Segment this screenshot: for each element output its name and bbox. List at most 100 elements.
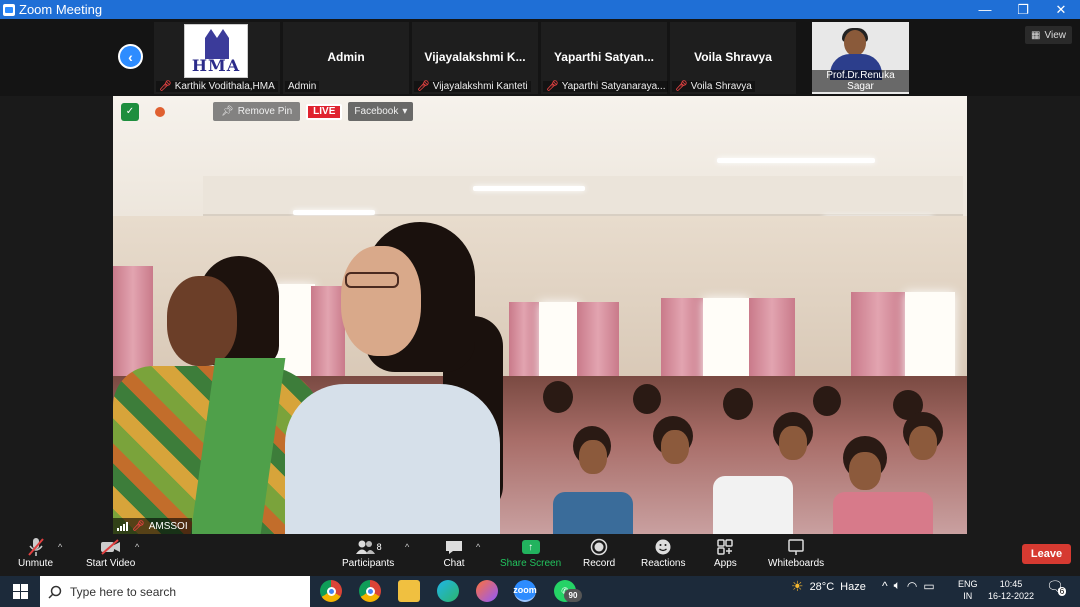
participant-display-name: Admin (327, 50, 365, 64)
whiteboards-button[interactable]: Whiteboards (768, 536, 824, 569)
notifications-button[interactable]: 🗨︎ 6 (1046, 578, 1072, 596)
volume-icon[interactable]: 🔈︎ (894, 578, 901, 593)
chevron-up-icon[interactable]: ^ (882, 579, 888, 593)
whiteboard-icon (785, 536, 807, 558)
apps-label: Apps (714, 558, 737, 569)
hma-logo: HMA (184, 24, 248, 78)
restore-button[interactable]: ❐ (1004, 2, 1042, 18)
apps-icon (714, 536, 736, 558)
file-explorer-icon[interactable] (398, 580, 420, 602)
window-light (703, 298, 749, 384)
share-screen-button[interactable]: ↑ Share Screen (500, 536, 561, 569)
active-speaker-video[interactable]: ✓ 📌︎ Remove Pin LIVE Facebook ▾ (113, 96, 967, 534)
video-options-caret-icon[interactable]: ^ (135, 542, 139, 552)
participant-tile-renuka[interactable]: Prof.Dr.Renuka Sagar (812, 22, 909, 94)
clock[interactable]: 10:45 16-12-2022 (986, 578, 1036, 602)
participant-tile-karthik[interactable]: HMA 🎤︎ Karthik Vodithala,HMA (154, 22, 280, 94)
muted-microphone-icon (25, 536, 47, 558)
curtain (851, 292, 905, 384)
participants-label: Participants (342, 558, 395, 569)
search-placeholder: Type here to search (70, 584, 177, 599)
audience-clothing (553, 492, 633, 534)
participant-name-text: Admin (288, 81, 317, 92)
start-video-button[interactable]: Start Video (86, 536, 135, 569)
leave-button[interactable]: Leave (1022, 544, 1071, 564)
zoom-taskbar-icon[interactable]: zoom (513, 580, 537, 602)
window-title: Zoom Meeting (19, 2, 103, 17)
encryption-shield-icon[interactable]: ✓ (121, 102, 139, 121)
window-light (905, 292, 955, 384)
audience-face (909, 426, 937, 460)
view-button[interactable]: ▦ View (1025, 26, 1072, 44)
windows-start-icon[interactable] (0, 576, 40, 607)
participant-name-text: Vijayalakshmi Kanteti (432, 81, 528, 92)
battery-icon[interactable]: ▭ (923, 579, 934, 593)
remove-pin-button[interactable]: 📌︎ Remove Pin (213, 102, 301, 121)
speaker-one-face (167, 276, 237, 366)
participant-name-text: Voila Shravya (690, 81, 752, 92)
close-button[interactable]: ✕ (1042, 2, 1080, 18)
audience-clothing (833, 492, 933, 534)
weather-widget[interactable]: ☀ 28°C Haze (791, 578, 866, 595)
participant-tile-yaparthi[interactable]: Yaparthi Satyan... 🎤︎ Yaparthi Satyanara… (541, 22, 669, 94)
notification-count: 6 (1057, 587, 1067, 596)
participant-name: 🎤︎ Vijayalakshmi Kanteti (414, 81, 531, 92)
search-icon (48, 585, 62, 599)
chrome-icon[interactable] (320, 580, 342, 602)
signal-strength-icon (117, 521, 128, 531)
video-top-controls: ✓ 📌︎ Remove Pin LIVE Facebook ▾ (121, 102, 414, 121)
participants-button[interactable]: 8 Participants (342, 536, 394, 569)
livestream-target-dropdown[interactable]: Facebook ▾ (348, 102, 414, 121)
view-button-label: View (1044, 29, 1067, 41)
recording-indicator-icon (155, 106, 165, 117)
participant-display-name: Voila Shravya (694, 50, 772, 64)
minimize-button[interactable]: — (966, 2, 1004, 17)
hma-logo-building-icon (205, 29, 229, 59)
participants-icon: 8 (348, 536, 388, 558)
clock-time: 10:45 (999, 579, 1023, 589)
audience-head (633, 384, 661, 414)
participant-tile-admin[interactable]: Admin Admin (283, 22, 409, 94)
muted-mic-icon: 🎤︎ (132, 520, 145, 532)
wifi-icon[interactable]: ◠ (907, 579, 917, 593)
apps-button[interactable]: Apps (714, 536, 737, 569)
share-screen-label: Share Screen (500, 558, 562, 569)
hma-logo-text: HMA (191, 56, 241, 75)
ceiling-light (293, 210, 375, 215)
participant-name: Admin (285, 81, 320, 92)
muted-mic-icon: 🎤︎ (159, 81, 172, 92)
video-off-icon (100, 536, 122, 558)
participant-name-text: Karthik Vodithala,HMA (174, 81, 275, 92)
curtain (509, 302, 539, 384)
participant-name: Prof.Dr.Renuka Sagar (812, 70, 909, 92)
record-button[interactable]: Record (583, 536, 615, 569)
whatsapp-badge: 90 (564, 589, 582, 602)
participant-display-name: Vijayalakshmi K... (424, 50, 526, 64)
chat-options-caret-icon[interactable]: ^ (476, 542, 480, 552)
participants-options-caret-icon[interactable]: ^ (405, 542, 409, 552)
participant-tile-vijayalakshmi[interactable]: Vijayalakshmi K... 🎤︎ Vijayalakshmi Kant… (412, 22, 538, 94)
edge-icon[interactable] (437, 580, 459, 602)
live-badge[interactable]: LIVE (306, 103, 343, 120)
audience-face (849, 452, 881, 490)
unmute-button[interactable]: Unmute (18, 536, 53, 569)
previous-page-button[interactable]: ‹ (118, 44, 143, 69)
muted-mic-icon: 🎤︎ (675, 81, 688, 92)
language-indicator[interactable]: ENG IN (958, 578, 978, 602)
reactions-label: Reactions (641, 558, 686, 569)
chat-button[interactable]: Chat (443, 536, 465, 569)
active-speaker-name-label: 🎤︎ AMSSOI (113, 518, 192, 534)
taskbar-search-box[interactable]: Type here to search (40, 576, 310, 607)
audio-options-caret-icon[interactable]: ^ (58, 542, 62, 552)
chrome-profile-icon[interactable] (359, 580, 381, 602)
participant-tile-voila[interactable]: Voila Shravya 🎤︎ Voila Shravya (670, 22, 796, 94)
window-titlebar: Zoom Meeting — ❐ ✕ (0, 0, 1080, 19)
speaker-two-face (341, 246, 421, 356)
record-icon (588, 536, 610, 558)
whiteboards-label: Whiteboards (768, 558, 825, 569)
chat-icon (443, 536, 465, 558)
reactions-button[interactable]: Reactions (641, 536, 685, 569)
firefox-icon[interactable] (476, 580, 498, 602)
share-screen-icon: ↑ (521, 540, 540, 554)
participant-name-text: Yaparthi Satyanaraya... (561, 81, 666, 92)
